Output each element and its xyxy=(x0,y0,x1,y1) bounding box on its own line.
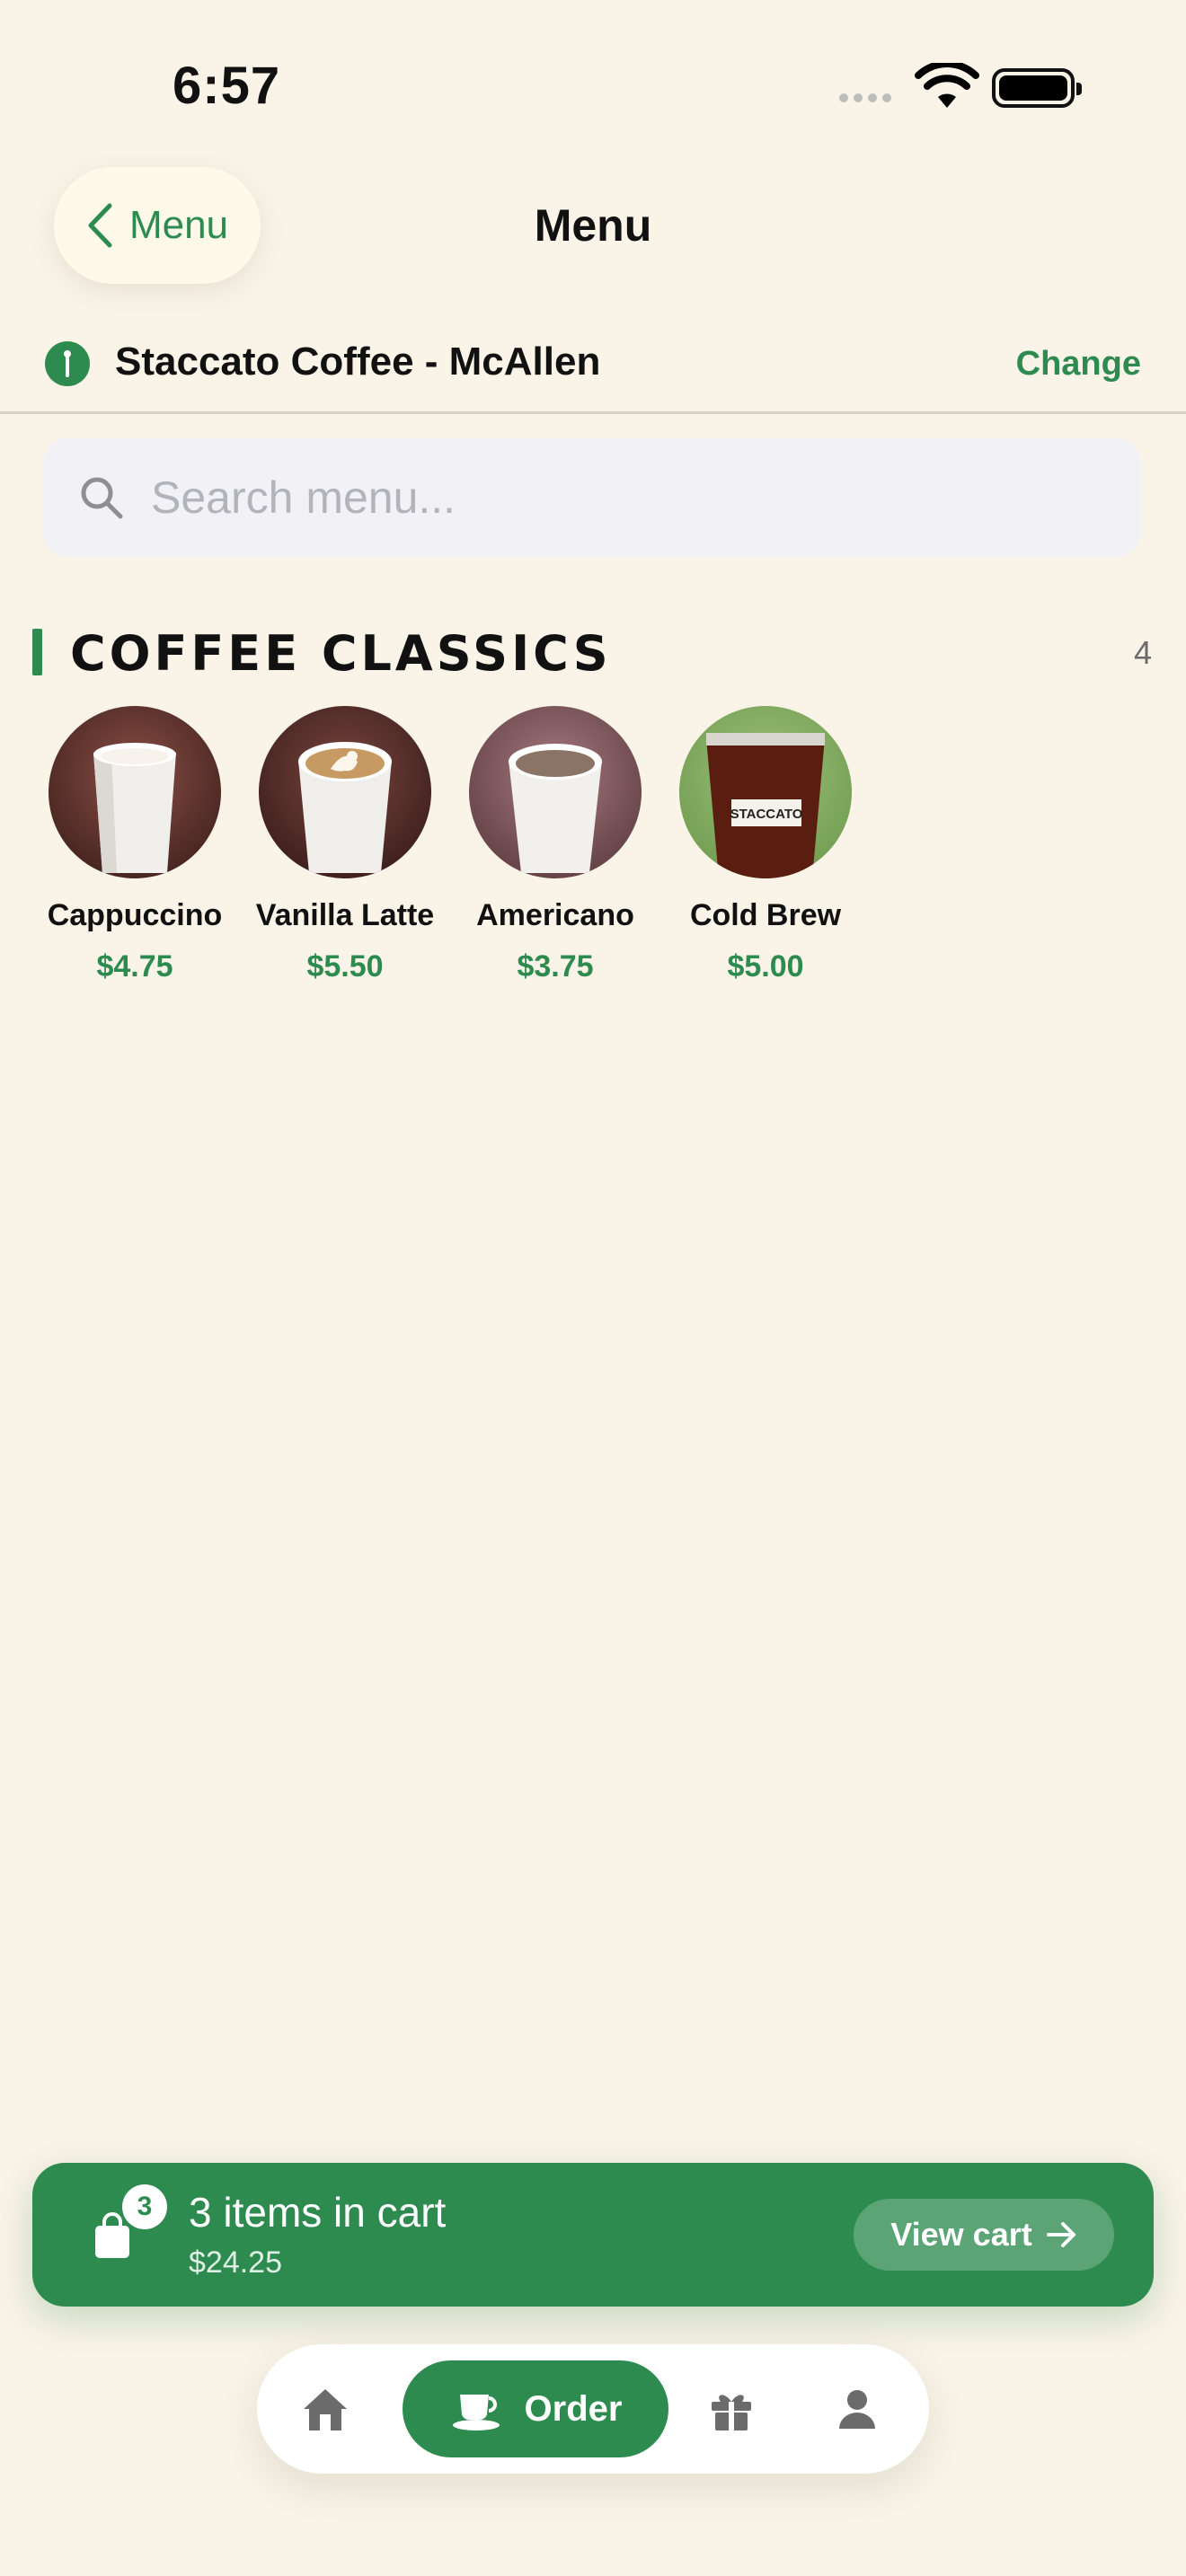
change-store-button[interactable]: Change xyxy=(1016,345,1141,384)
tab-rewards[interactable] xyxy=(706,2384,757,2434)
gift-icon xyxy=(712,2395,751,2430)
divider xyxy=(0,411,1186,414)
search-bar[interactable] xyxy=(43,438,1141,557)
tab-profile[interactable] xyxy=(832,2384,882,2434)
tab-bar: Order xyxy=(257,2344,929,2474)
arrow-right-icon xyxy=(1046,2222,1075,2247)
cellular-signal-icon xyxy=(839,93,891,102)
battery-icon xyxy=(992,68,1082,108)
menu-item-cappuccino[interactable]: Cappuccino $4.75 xyxy=(36,706,234,984)
view-cart-button[interactable]: View cart xyxy=(854,2199,1114,2271)
item-name: Americano xyxy=(476,898,634,932)
cappuccino-photo xyxy=(49,706,221,878)
cart-total: $24.25 xyxy=(189,2245,282,2280)
item-name: Cold Brew xyxy=(689,898,842,932)
item-name: Vanilla Latte xyxy=(255,898,435,932)
tab-order-label: Order xyxy=(524,2388,623,2429)
item-name: Cappuccino xyxy=(47,898,223,932)
page-title: Menu xyxy=(534,200,652,251)
tab-home[interactable] xyxy=(300,2384,350,2434)
tab-order[interactable]: Order xyxy=(403,2360,668,2457)
menu-item-americano[interactable]: Americano $3.75 xyxy=(456,706,654,984)
item-price: $5.50 xyxy=(306,949,384,984)
home-icon xyxy=(304,2389,347,2430)
coffee-cup-icon xyxy=(452,2395,500,2430)
section-title: COFFEE CLASSICS xyxy=(70,625,612,682)
section-accent-bar xyxy=(32,629,42,675)
item-price: $4.75 xyxy=(96,949,173,984)
section-item-count: 4 xyxy=(1133,634,1152,671)
item-price: $5.00 xyxy=(727,949,804,984)
cold-brew-photo: STACCATO xyxy=(679,706,852,878)
profile-icon xyxy=(839,2390,875,2429)
search-icon xyxy=(81,477,123,519)
cart-count-badge: 3 xyxy=(122,2184,167,2229)
item-price: $3.75 xyxy=(517,949,594,984)
vanilla-latte-photo xyxy=(259,706,431,878)
cup-label-text: STACCATO xyxy=(730,807,803,822)
wifi-icon xyxy=(915,63,979,108)
menu-item-vanilla-latte[interactable]: Vanilla Latte $5.50 xyxy=(246,706,444,984)
menu-item-cold-brew[interactable]: STACCATO Cold Brew $5.00 xyxy=(667,706,864,984)
cart-summary-bar[interactable]: 3 3 items in cart $24.25 View cart xyxy=(32,2163,1154,2307)
cart-items-text: 3 items in cart xyxy=(189,2189,447,2236)
store-name: Staccato Coffee - McAllen xyxy=(115,340,601,384)
status-time: 6:57 xyxy=(173,57,281,115)
americano-photo xyxy=(469,706,642,878)
view-cart-label: View cart xyxy=(890,2216,1032,2253)
location-pin-icon xyxy=(45,341,90,386)
search-input[interactable] xyxy=(149,471,1051,525)
